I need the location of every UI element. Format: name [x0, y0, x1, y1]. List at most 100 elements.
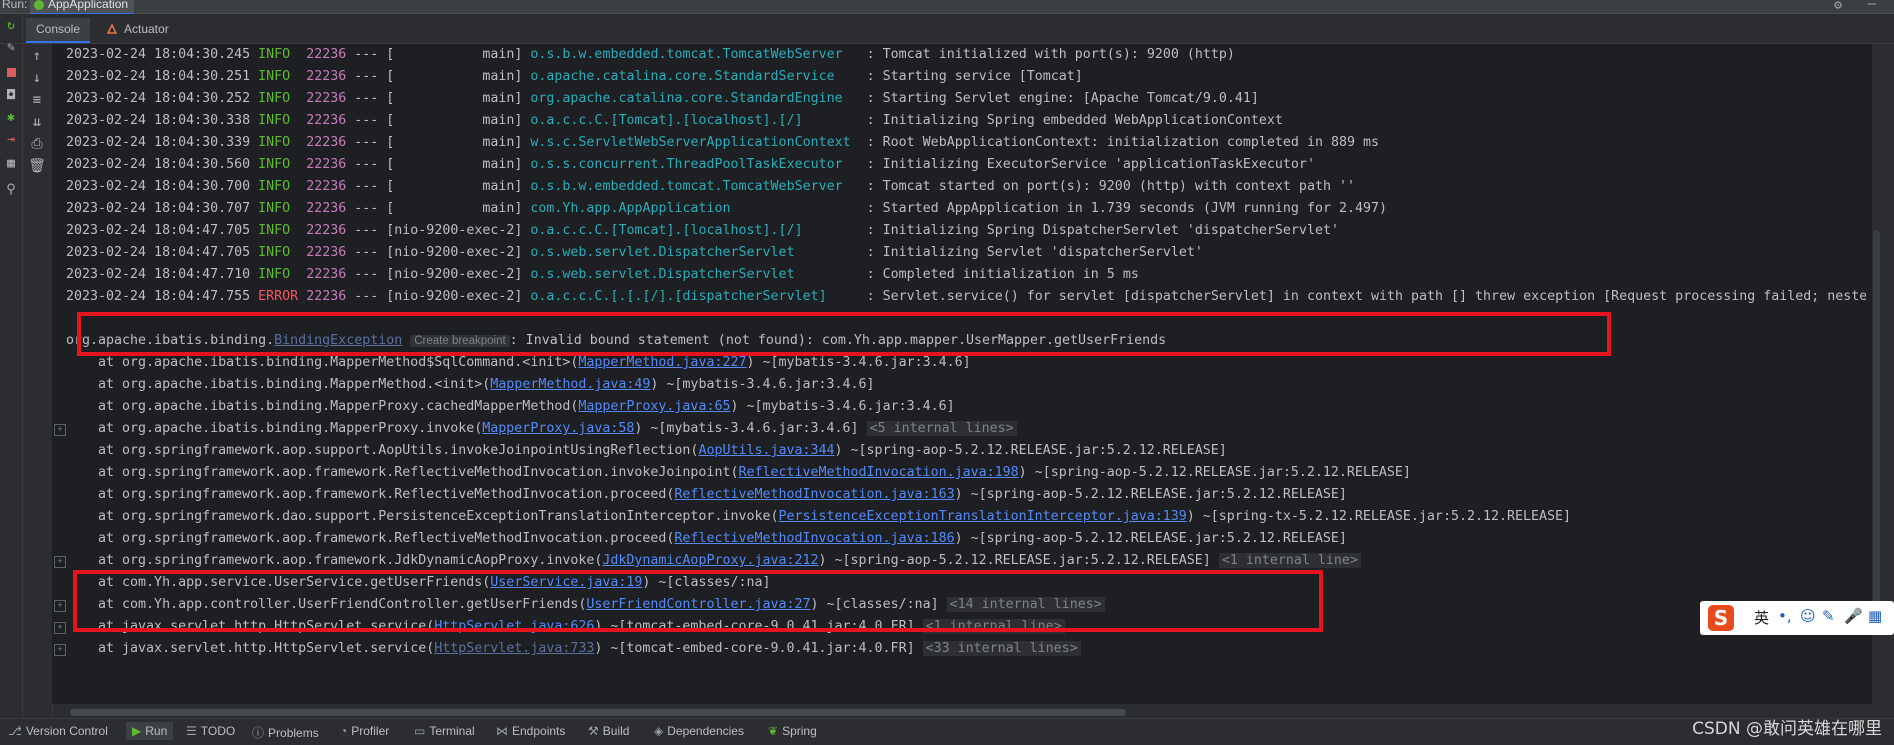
horizontal-scrollbar[interactable]	[70, 709, 1126, 716]
terminal-label: Terminal	[429, 724, 475, 738]
problems-button[interactable]: ⓘ Problems	[252, 724, 319, 741]
log-level: INFO	[258, 47, 291, 62]
build-button[interactable]: ⚒ Build	[588, 724, 629, 738]
stack-frame-source-link[interactable]: ReflectiveMethodInvocation.java:198	[738, 465, 1018, 480]
stack-frame-method: at org.springframework.aop.framework.Ref…	[66, 465, 739, 480]
version-control-button[interactable]: ⎇ Version Control	[8, 724, 108, 738]
app-run-tab[interactable]: AppApplication	[30, 0, 135, 15]
list-icon: ☰	[186, 724, 197, 738]
run-button[interactable]: ▶ Run	[126, 722, 174, 740]
fold-expand-icon[interactable]: +	[54, 644, 66, 656]
stack-frame-source-link[interactable]: MapperProxy.java:65	[578, 399, 730, 414]
log-timestamp: 2023-02-24 18:04:30.707	[66, 201, 251, 216]
log-logger[interactable]: o.s.b.w.embedded.tomcat.TomcatWebServer	[530, 47, 858, 62]
soft-wrap-icon[interactable]: ≡	[22, 92, 52, 108]
console-side-toolbar: ↑ ↓ ≡ ⇊ ⎙ 🗑	[22, 44, 53, 718]
log-logger[interactable]: o.apache.catalina.core.StandardService	[530, 69, 858, 84]
spring-button[interactable]: ❦ Spring	[768, 724, 817, 738]
sogou-logo-icon[interactable]: S	[1708, 605, 1734, 631]
profiler-button[interactable]: ◔ Profiler	[340, 724, 389, 738]
log-logger[interactable]: w.s.c.ServletWebServerApplicationContext	[530, 135, 858, 150]
log-message: : Initializing Spring embedded WebApplic…	[866, 113, 1283, 128]
log-pid: 22236	[306, 289, 347, 304]
stack-frame-method: at org.springframework.aop.support.AopUt…	[66, 443, 699, 458]
stack-frame-method: at org.springframework.dao.support.Persi…	[66, 509, 779, 524]
spring-label: Spring	[782, 724, 817, 738]
fold-expand-icon[interactable]: +	[54, 556, 66, 568]
tab-actuator[interactable]: Actuator	[104, 18, 169, 41]
log-separator: ---	[354, 69, 379, 84]
scroll-up-icon[interactable]: ↑	[22, 48, 52, 64]
stack-frame-source-link[interactable]: MapperMethod.java:227	[578, 355, 746, 370]
ime-language-toggle[interactable]: 英	[1754, 607, 1769, 628]
log-level: INFO	[258, 245, 291, 260]
log-timestamp: 2023-02-24 18:04:47.710	[66, 267, 251, 282]
internal-lines-toggle[interactable]: <5 internal lines>	[866, 421, 1017, 436]
log-logger[interactable]: o.a.c.c.C.[Tomcat].[localhost].[/]	[530, 223, 858, 238]
tab-console[interactable]: Console	[26, 18, 90, 43]
pin-icon[interactable]: ⚲	[0, 182, 22, 197]
stack-frame-artifact: ) ~[tomcat-embed-core-9.0.41.jar:4.0.FR]	[594, 641, 923, 656]
log-logger[interactable]: o.s.b.w.embedded.tomcat.TomcatWebServer	[530, 179, 858, 194]
log-logger[interactable]: com.Yh.app.AppApplication	[530, 201, 858, 216]
wrench-icon[interactable]: ✎	[0, 40, 22, 55]
stack-frame-source-link[interactable]: PersistenceExceptionTranslationIntercept…	[778, 509, 1186, 524]
vertical-scrollbar[interactable]	[1873, 230, 1880, 630]
trash-icon[interactable]: 🗑	[22, 158, 52, 174]
layout-icon[interactable]: ▦	[0, 156, 22, 171]
stack-frame-source-link[interactable]: ReflectiveMethodInvocation.java:186	[674, 531, 954, 546]
log-logger[interactable]: o.s.s.concurrent.ThreadPoolTaskExecutor	[530, 157, 858, 172]
log-timestamp: 2023-02-24 18:04:47.705	[66, 223, 251, 238]
emoji-icon[interactable]: ☺	[1800, 607, 1816, 625]
stack-frame-source-link[interactable]: HttpServlet.java:733	[434, 641, 594, 656]
log-logger[interactable]: o.a.c.c.C.[.[.[/].[dispatcherServlet]	[530, 289, 858, 304]
log-logger[interactable]: o.s.web.servlet.DispatcherServlet	[530, 245, 858, 260]
log-level: INFO	[258, 179, 291, 194]
stack-frame-source-link[interactable]: MapperMethod.java:49	[490, 377, 650, 392]
print-icon[interactable]: ⎙	[22, 136, 52, 152]
todo-button[interactable]: ☰ TODO	[186, 724, 235, 738]
log-pid: 22236	[306, 113, 347, 128]
log-message: : Servlet.service() for servlet [dispatc…	[866, 289, 1866, 304]
stack-frame-source-link[interactable]: JdkDynamicAopProxy.java:212	[602, 553, 818, 568]
log-thread: [ main]	[386, 135, 523, 150]
fold-expand-icon[interactable]: +	[54, 424, 66, 436]
highlight-box-exception	[77, 312, 1611, 356]
punctuation-icon[interactable]: •,	[1778, 607, 1792, 625]
run-left-toolbar: ↻ ✎ ◘ ✱ ⇥ ▦ ⚲	[0, 14, 23, 718]
grid-menu-icon[interactable]: ▦	[1868, 607, 1882, 625]
log-pid: 22236	[306, 47, 347, 62]
dependencies-button[interactable]: ◈ Dependencies	[654, 724, 744, 738]
pen-icon[interactable]: ✎	[1822, 607, 1835, 625]
camera-icon[interactable]: ◘	[0, 88, 22, 103]
log-separator: ---	[354, 91, 379, 106]
rerun-icon[interactable]: ↻	[0, 18, 22, 33]
log-separator: ---	[354, 223, 379, 238]
endpoints-button[interactable]: ⋈ Endpoints	[496, 724, 565, 738]
bug-icon[interactable]: ✱	[0, 110, 22, 125]
stack-frame-source-link[interactable]: ReflectiveMethodInvocation.java:163	[674, 487, 954, 502]
log-pid: 22236	[306, 69, 347, 84]
stack-frame: at org.springframework.aop.framework.Ref…	[66, 528, 1347, 550]
fold-expand-icon[interactable]: +	[54, 600, 66, 612]
fold-expand-icon[interactable]: +	[54, 622, 66, 634]
terminal-button[interactable]: ▭ Terminal	[414, 724, 475, 738]
log-logger[interactable]: o.a.c.c.C.[Tomcat].[localhost].[/]	[530, 113, 858, 128]
internal-lines-toggle[interactable]: <1 internal line>	[1218, 553, 1361, 568]
internal-lines-toggle[interactable]: <33 internal lines>	[922, 641, 1081, 656]
log-thread: [ main]	[386, 179, 523, 194]
scroll-to-end-icon[interactable]: ⇊	[22, 114, 52, 130]
minimize-icon[interactable]: —	[1868, 0, 1876, 12]
log-pid: 22236	[306, 91, 347, 106]
scroll-down-icon[interactable]: ↓	[22, 70, 52, 86]
log-logger[interactable]: org.apache.catalina.core.StandardEngine	[530, 91, 858, 106]
stop-icon[interactable]	[0, 66, 22, 81]
stack-frame-source-link[interactable]: MapperProxy.java:58	[482, 421, 634, 436]
gear-icon[interactable]: ⚙	[1834, 0, 1842, 13]
exit-icon[interactable]: ⇥	[0, 132, 22, 147]
run-label: Run	[145, 724, 168, 738]
microphone-icon[interactable]: 🎤	[1844, 607, 1863, 625]
log-line: 2023-02-24 18:04:30.339 INFO 22236 --- […	[66, 132, 1379, 154]
stack-frame-source-link[interactable]: AopUtils.java:344	[698, 443, 834, 458]
log-logger[interactable]: o.s.web.servlet.DispatcherServlet	[530, 267, 858, 282]
